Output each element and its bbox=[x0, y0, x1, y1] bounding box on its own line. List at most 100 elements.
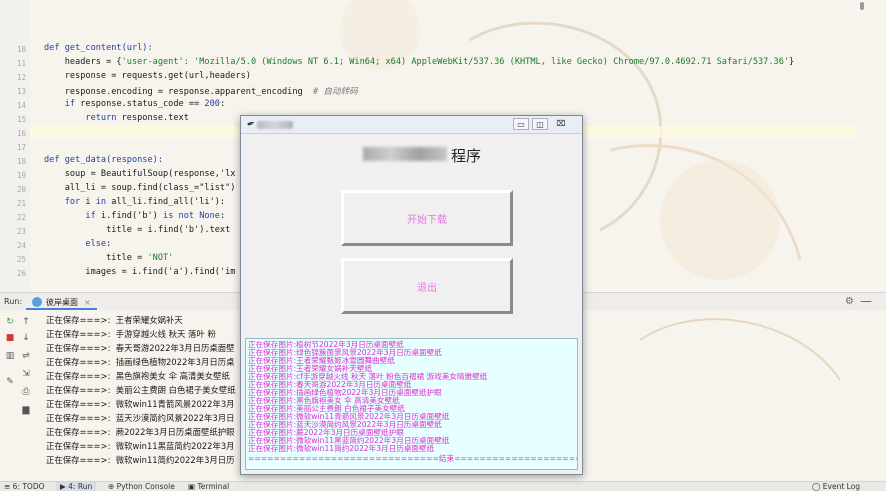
code-text: title = bbox=[44, 253, 148, 263]
code-text: i.find('b') bbox=[95, 211, 164, 221]
code-line[interactable]: if response.status_code == 200: bbox=[44, 99, 225, 109]
code-line[interactable]: else: bbox=[44, 239, 111, 249]
line-number: 12 bbox=[16, 73, 26, 82]
code-text: headers = { bbox=[44, 57, 122, 67]
log-textbox[interactable]: 正在保存图片:植树节2022年3月日历桌面壁纸 正在保存图片:绿色锦簇菌景风景2… bbox=[245, 338, 578, 470]
output-line: 正在保存===>: 微软win11简约2022年3月日历 bbox=[46, 454, 235, 466]
code-keyword: return bbox=[44, 113, 117, 123]
maximize-button[interactable]: ◫ bbox=[532, 118, 548, 130]
todo-tab[interactable]: ≡ 6: TODO bbox=[4, 482, 45, 491]
code-line[interactable]: def get_data(response): bbox=[44, 155, 163, 165]
exit-button[interactable]: 退出 bbox=[341, 258, 513, 314]
delete-icon[interactable]: ▆ bbox=[20, 404, 32, 416]
output-prefix: 正在保存===>: bbox=[46, 385, 111, 395]
code-text: all_li = soup.find(class_="list") bbox=[44, 183, 236, 193]
output-text: 微软win11黑蓝简约2022年3月 bbox=[115, 441, 235, 451]
code-text: def get_data(response): bbox=[44, 155, 163, 165]
output-text: 蕨2022年3月日历桌面壁纸护眼 bbox=[115, 427, 235, 437]
code-keyword: if bbox=[44, 211, 96, 221]
output-line: 正在保存===>: 微软win11青箭风景2022年3月 bbox=[46, 398, 235, 410]
pause-icon[interactable]: ▥ bbox=[4, 350, 16, 362]
output-line: 正在保存===>: 蕨2022年3月日历桌面壁纸护眼 bbox=[46, 426, 235, 438]
code-keyword: else bbox=[44, 239, 107, 249]
code-number: 200 bbox=[204, 99, 220, 109]
code-line[interactable]: images = i.find('a').find('im bbox=[44, 267, 235, 277]
code-text: response.encoding = response.apparent_en… bbox=[44, 87, 314, 97]
output-text: 蓝天沙漠简约风景2022年3月日 bbox=[115, 413, 235, 423]
code-line[interactable]: title = 'NOT' bbox=[44, 253, 173, 263]
output-prefix: 正在保存===>: bbox=[46, 357, 111, 367]
output-line: 正在保存===>: 春天哥游2022年3月日历桌面壁 bbox=[46, 342, 235, 354]
code-keyword: for bbox=[44, 197, 81, 207]
feather-icon: ✒ bbox=[245, 117, 258, 132]
editor-scrollbar[interactable] bbox=[858, 0, 866, 292]
scroll-down-icon[interactable]: ↓ bbox=[20, 332, 32, 344]
line-number: 14 bbox=[16, 101, 26, 110]
line-number: 20 bbox=[16, 185, 26, 194]
event-log-tab[interactable]: ◯ Event Log bbox=[812, 482, 860, 491]
tool-window-bar: ≡ 6: TODO ▶ 4: Run ⊕ Python Console ▣ Te… bbox=[0, 481, 886, 491]
output-line: 正在保存===>: 王者荣耀女娲补天 bbox=[46, 314, 183, 326]
terminal-tab[interactable]: ▣ Terminal bbox=[188, 482, 229, 491]
gear-icon[interactable]: ⚙ bbox=[845, 296, 854, 307]
run-label: Run: bbox=[4, 297, 23, 306]
line-number: 18 bbox=[16, 157, 26, 166]
output-text: 微软win11简约2022年3月日历 bbox=[115, 455, 235, 465]
output-prefix: 正在保存===>: bbox=[46, 413, 111, 423]
rerun-icon[interactable]: ↻ bbox=[4, 316, 16, 328]
line-number: 26 bbox=[16, 269, 26, 278]
code-line[interactable]: for i in all_li.find_all('li'): bbox=[44, 197, 225, 207]
pin-icon[interactable]: ✎ bbox=[4, 376, 16, 388]
line-number: 19 bbox=[16, 171, 26, 180]
line-number: 22 bbox=[16, 213, 26, 222]
blurred-title bbox=[257, 121, 293, 129]
code-line[interactable]: soup = BeautifulSoup(response,'lx bbox=[44, 169, 236, 179]
code-line[interactable]: response.encoding = response.apparent_en… bbox=[44, 85, 358, 97]
code-text: : bbox=[219, 99, 226, 109]
line-number: 13 bbox=[16, 87, 26, 96]
close-icon[interactable]: × bbox=[84, 298, 91, 307]
run-tool-tab[interactable]: ▶ 4: Run bbox=[56, 482, 97, 491]
code-text: all_li.find_all('li'): bbox=[106, 197, 226, 207]
output-line: 正在保存===>: 黑色旗袍美女 伞 高清美女壁纸 bbox=[46, 370, 230, 382]
code-line[interactable]: response = requests.get(url,headers) bbox=[44, 71, 251, 81]
window-titlebar[interactable]: ✒ ▭ ◫ ⌧ bbox=[241, 116, 582, 134]
output-line: 正在保存===>: 插画绿色植物2022年3月日历桌 bbox=[46, 356, 235, 368]
code-line[interactable]: if i.find('b') is not None: bbox=[44, 211, 225, 221]
print-icon[interactable]: ⎙ bbox=[20, 386, 32, 398]
scroll-up-icon[interactable]: ↑ bbox=[20, 316, 32, 328]
scroll-end-icon[interactable]: ⇲ bbox=[20, 368, 32, 380]
hide-panel-icon[interactable]: — bbox=[860, 294, 872, 308]
code-line[interactable]: headers = {'user-agent': 'Mozilla/5.0 (W… bbox=[44, 57, 795, 67]
code-text: : bbox=[106, 239, 112, 249]
output-text: 手游穿越火线 秋天 落叶 粉 bbox=[115, 329, 216, 339]
blurred-heading bbox=[363, 147, 447, 161]
python-console-tab[interactable]: ⊕ Python Console bbox=[108, 482, 175, 491]
line-number: 16 bbox=[16, 129, 26, 138]
output-prefix: 正在保存===>: bbox=[46, 343, 111, 353]
code-keyword: if bbox=[44, 99, 76, 109]
log-line: 正在保存图片:微软win11简约2022年3月日历桌面壁纸 bbox=[248, 444, 435, 453]
output-text: 美丽公主费朗 白色裙子美女壁纸 bbox=[115, 385, 236, 395]
code-line[interactable]: title = i.find('b').text bbox=[44, 225, 230, 235]
scrollbar-thumb[interactable] bbox=[860, 2, 864, 10]
code-text: images = i.find('a').find('im bbox=[44, 267, 236, 277]
exit-label: 退出 bbox=[417, 283, 437, 294]
output-line: 正在保存===>: 蓝天沙漠简约风景2022年3月日 bbox=[46, 412, 235, 424]
stop-icon[interactable]: ■ bbox=[4, 332, 16, 344]
close-button[interactable]: ⌧ bbox=[553, 118, 569, 130]
output-text: 插画绿色植物2022年3月日历桌 bbox=[115, 357, 235, 367]
code-line[interactable]: def get_content(url): bbox=[44, 43, 153, 53]
run-tab[interactable]: 彼岸桌面 × bbox=[26, 294, 97, 310]
code-line[interactable]: all_li = soup.find(class_="list") bbox=[44, 183, 236, 193]
line-number: 15 bbox=[16, 115, 26, 124]
start-download-label: 开始下载 bbox=[407, 215, 447, 226]
output-prefix: 正在保存===>: bbox=[46, 441, 111, 451]
code-line[interactable]: return response.text bbox=[44, 113, 189, 123]
tk-app-window: ✒ ▭ ◫ ⌧ 程序 开始下载 退出 正在保存图片:植树节2022年3月日历桌面… bbox=[240, 115, 583, 475]
soft-wrap-icon[interactable]: ⇌ bbox=[20, 350, 32, 362]
code-text: response.text bbox=[116, 113, 189, 123]
minimize-button[interactable]: ▭ bbox=[513, 118, 529, 130]
start-download-button[interactable]: 开始下载 bbox=[341, 190, 513, 246]
output-prefix: 正在保存===>: bbox=[46, 399, 111, 409]
